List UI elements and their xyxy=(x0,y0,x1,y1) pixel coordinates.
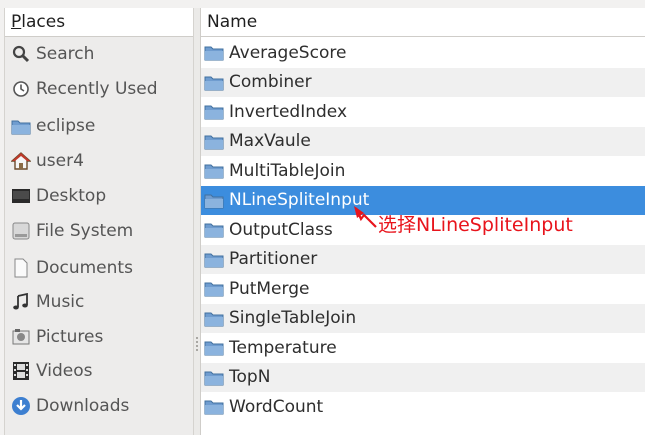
sidebar-item-user4[interactable]: user4 xyxy=(5,146,193,176)
document-icon xyxy=(10,258,32,278)
harddisk-icon xyxy=(10,221,32,241)
file-name: PutMerge xyxy=(229,278,310,299)
file-name: TopN xyxy=(229,367,271,387)
file-row[interactable]: Combiner xyxy=(201,67,645,97)
folder-icon xyxy=(204,194,224,208)
folder-icon xyxy=(204,135,224,149)
file-name: InvertedIndex xyxy=(229,101,348,122)
places-sidebar: Places Search Recently Used eclipse user… xyxy=(4,8,194,435)
file-row[interactable]: PutMerge xyxy=(201,274,645,303)
desktop-icon xyxy=(10,186,32,206)
sidebar-item-eclipse[interactable]: eclipse xyxy=(5,111,193,141)
folder-icon xyxy=(204,46,224,61)
sidebar-item-documents[interactable]: Documents xyxy=(5,253,193,283)
sidebar-item-label: Documents xyxy=(36,258,133,278)
column-header-name[interactable]: Name xyxy=(201,8,645,37)
pictures-icon xyxy=(10,327,32,347)
sidebar-item-label: Desktop xyxy=(36,186,107,206)
places-header-rest: laces xyxy=(21,12,66,32)
folder-icon xyxy=(204,105,224,120)
sidebar-item-label: Pictures xyxy=(36,327,104,347)
file-name: SingleTableJoin xyxy=(229,308,357,328)
file-row[interactable]: SingleTableJoin xyxy=(201,303,645,333)
film-icon xyxy=(10,361,32,381)
folder-icon xyxy=(204,282,224,297)
places-header: Places xyxy=(5,8,193,37)
folder-icon xyxy=(204,76,224,90)
sidebar-item-file-system[interactable]: File System xyxy=(5,216,193,246)
file-row[interactable]: MaxVaule xyxy=(201,126,645,156)
places-header-mnemonic: P xyxy=(11,12,22,32)
file-name: Combiner xyxy=(229,72,312,92)
folder-icon xyxy=(204,223,224,238)
file-name: WordCount xyxy=(229,396,324,417)
folder-icon xyxy=(10,116,32,136)
sidebar-item-music[interactable]: Music xyxy=(5,287,193,317)
file-row[interactable]: Partitioner xyxy=(201,244,645,274)
sidebar-item-label: Videos xyxy=(36,361,93,381)
file-name: MultiTableJoin xyxy=(229,160,346,181)
sidebar-item-label: Downloads xyxy=(36,396,130,416)
sidebar-item-videos[interactable]: Videos xyxy=(5,356,193,386)
folder-icon xyxy=(204,371,224,385)
folder-icon xyxy=(204,253,224,267)
sidebar-item-recently-used[interactable]: Recently Used xyxy=(5,74,193,104)
file-row[interactable]: AverageScore xyxy=(201,38,645,67)
search-icon xyxy=(10,44,32,64)
file-name: MaxVaule xyxy=(229,131,311,151)
file-row[interactable]: InvertedIndex xyxy=(201,97,645,126)
file-name: Temperature xyxy=(229,337,337,358)
sidebar-item-pictures[interactable]: Pictures xyxy=(5,322,193,352)
music-note-icon xyxy=(10,292,32,312)
home-icon xyxy=(10,151,32,171)
clock-icon xyxy=(10,79,32,99)
file-name: OutputClass xyxy=(229,219,333,240)
sidebar-item-label: user4 xyxy=(36,151,84,171)
folder-icon xyxy=(204,341,224,356)
sidebar-item-desktop[interactable]: Desktop xyxy=(5,181,193,211)
sidebar-item-downloads[interactable]: Downloads xyxy=(5,391,193,421)
sidebar-item-label: File System xyxy=(36,221,134,241)
sidebar-item-label: eclipse xyxy=(36,116,96,136)
file-name: NLineSpliteInput xyxy=(229,190,370,210)
file-row[interactable]: WordCount xyxy=(201,392,645,421)
file-row[interactable]: TopN xyxy=(201,362,645,392)
file-name: AverageScore xyxy=(229,42,347,63)
file-row[interactable]: MultiTableJoin xyxy=(201,156,645,185)
sidebar-item-label: Search xyxy=(36,44,95,64)
annotation-label: 选择NLineSpliteInput xyxy=(378,214,573,236)
sidebar-item-search[interactable]: Search xyxy=(5,39,193,69)
download-icon xyxy=(10,396,32,416)
folder-icon xyxy=(204,164,224,179)
file-name: Partitioner xyxy=(229,249,318,269)
folder-icon xyxy=(204,312,224,326)
folder-icon xyxy=(204,400,224,415)
sidebar-item-label: Music xyxy=(36,292,85,312)
file-row[interactable]: Temperature xyxy=(201,333,645,362)
sidebar-item-label: Recently Used xyxy=(36,79,158,99)
